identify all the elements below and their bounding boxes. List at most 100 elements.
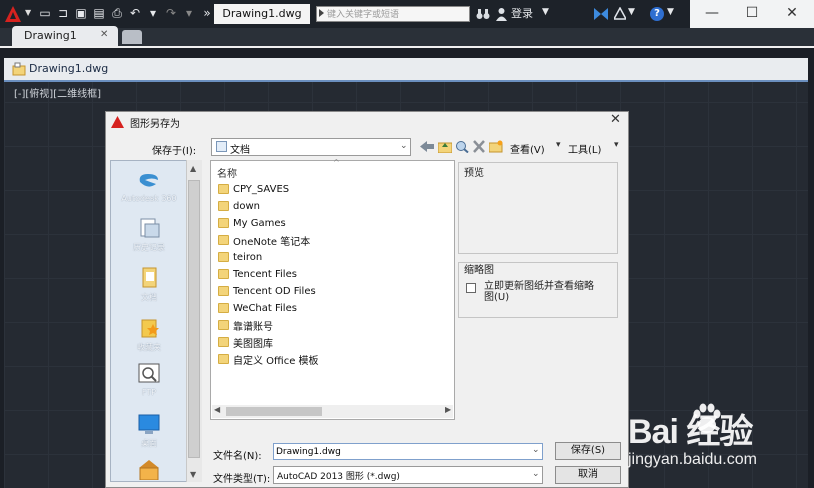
file-name-input[interactable] — [273, 443, 543, 460]
quick-access-toolbar: ▭ ⊐ ▣ ▤ ⎙ ↶ ▾ ↷ ▾ » — [38, 5, 214, 23]
save-icon[interactable]: ▣ — [74, 5, 88, 21]
scroll-right-icon[interactable]: ▶ — [445, 405, 451, 414]
file-type-value[interactable]: AutoCAD 2013 图形 (*.dwg) — [277, 469, 400, 482]
network-folder-icon[interactable] — [136, 458, 162, 480]
desktop-icon — [138, 414, 160, 434]
file-name: 美图图库 — [233, 338, 273, 350]
exchange-apps-icon[interactable] — [594, 8, 608, 20]
binoculars-icon[interactable] — [476, 8, 490, 20]
list-item[interactable]: My Games — [218, 215, 286, 231]
save-in-dropdown-arrow-icon[interactable]: ⌄ — [400, 141, 408, 151]
places-scroll-down-icon[interactable]: ▼ — [190, 470, 196, 479]
update-thumbnail-checkbox[interactable] — [466, 283, 476, 293]
list-item[interactable]: 自定义 Office 模板 — [218, 351, 319, 367]
places-scroll-up-icon[interactable]: ▲ — [190, 164, 196, 173]
minimize-button[interactable]: — — [692, 0, 732, 28]
print-icon[interactable]: ⎙ — [110, 5, 124, 21]
folder-icon — [218, 235, 229, 245]
list-item[interactable]: OneNote 笔记本 — [218, 232, 310, 248]
list-item[interactable]: 靠谱账号 — [218, 317, 273, 333]
places-scrollbar-thumb[interactable] — [188, 180, 200, 458]
save-as-icon[interactable]: ▤ — [92, 5, 106, 21]
open-file-icon[interactable]: ⊐ — [56, 5, 70, 21]
save-in-value[interactable]: 文档 — [230, 141, 250, 156]
undo-dropdown-icon[interactable]: ▾ — [146, 5, 160, 21]
close-tab-icon[interactable]: ✕ — [100, 29, 108, 40]
scroll-left-icon[interactable]: ◀ — [214, 405, 220, 414]
redo-dropdown-icon[interactable]: ▾ — [182, 5, 196, 21]
back-icon[interactable] — [420, 140, 434, 153]
list-item[interactable]: teiron — [218, 249, 262, 265]
search-expand-icon[interactable] — [319, 9, 324, 17]
autocad-logo-icon[interactable] — [3, 4, 23, 24]
folder-icon — [218, 337, 229, 347]
list-item[interactable]: 美图图库 — [218, 334, 273, 350]
redo-icon[interactable]: ↷ — [164, 5, 178, 21]
list-item[interactable]: CPY_SAVES — [218, 181, 289, 197]
place-favorites[interactable]: 收藏夹 — [112, 316, 186, 353]
documents-icon — [142, 267, 157, 288]
file-type-dropdown-icon[interactable]: ⌄ — [532, 469, 540, 479]
undo-icon[interactable]: ↶ — [128, 5, 142, 21]
help-icon[interactable]: ? — [650, 7, 664, 21]
folder-icon — [218, 269, 229, 279]
save-button[interactable]: 保存(S) — [555, 442, 621, 460]
cancel-button[interactable]: 取消 — [555, 466, 621, 484]
sign-in-dropdown-icon[interactable]: ▼ — [542, 7, 549, 17]
search-web-icon[interactable] — [455, 140, 469, 153]
drawing-window-header — [4, 58, 808, 82]
list-item[interactable]: Tencent Files — [218, 266, 297, 282]
viewport-controls-label[interactable]: [-][俯视][二维线框] — [14, 85, 101, 100]
place-label: FTP — [141, 388, 157, 397]
app-menu-caret-icon[interactable]: ▼ — [25, 8, 31, 17]
up-folder-icon[interactable] — [438, 140, 452, 153]
folder-icon — [218, 184, 229, 194]
new-tab-button[interactable] — [122, 30, 142, 44]
save-in-label: 保存于(I): — [152, 146, 197, 157]
search-input[interactable]: 键入关键字或短语 — [316, 6, 470, 22]
history-icon — [140, 218, 160, 238]
tools-menu[interactable]: 工具(L) — [568, 141, 601, 156]
preview-label: 预览 — [464, 168, 484, 179]
maximize-button[interactable]: ☐ — [732, 0, 772, 28]
list-item[interactable]: WeChat Files — [218, 300, 297, 316]
views-dropdown-icon[interactable]: ▾ — [556, 140, 561, 150]
customize-toolbar-icon[interactable]: » — [200, 5, 214, 21]
document-tab-label[interactable]: Drawing1 — [24, 29, 77, 42]
delete-icon[interactable] — [472, 140, 486, 153]
list-item[interactable]: down — [218, 198, 260, 214]
file-name: down — [233, 200, 260, 212]
file-type-label: 文件类型(T): — [213, 474, 271, 485]
new-file-icon[interactable]: ▭ — [38, 5, 52, 21]
help-dropdown-icon[interactable]: ▼ — [667, 7, 674, 17]
a360-dropdown-icon[interactable]: ▼ — [628, 7, 635, 17]
autocad-dialog-icon — [111, 116, 124, 128]
dialog-close-button[interactable]: ✕ — [610, 112, 621, 127]
tools-dropdown-icon[interactable]: ▾ — [614, 140, 619, 150]
views-menu[interactable]: 查看(V) — [510, 141, 545, 156]
place-label: 收藏夹 — [137, 343, 161, 352]
user-icon[interactable] — [496, 7, 507, 21]
drawing-window-title: Drawing1.dwg — [29, 62, 109, 75]
list-item[interactable]: Tencent OD Files — [218, 283, 316, 299]
file-name: OneNote 笔记本 — [233, 236, 311, 248]
ftp-icon — [138, 363, 160, 383]
place-history[interactable]: 历史记录 — [112, 216, 186, 253]
file-name: My Games — [233, 217, 286, 229]
place-documents[interactable]: 文档 — [112, 266, 186, 303]
place-desktop[interactable]: 桌面 — [112, 412, 186, 449]
place-autodesk-360[interactable]: Autodesk 360 — [112, 168, 186, 203]
file-name: Tencent OD Files — [233, 285, 316, 297]
place-label: 文档 — [141, 293, 157, 302]
close-window-button[interactable]: ✕ — [772, 0, 812, 28]
update-thumbnail-label[interactable]: 立即更新图纸并查看缩略图(U) — [484, 281, 594, 303]
place-ftp[interactable]: FTP — [112, 362, 186, 397]
column-header-name[interactable]: 名称 — [217, 165, 237, 180]
folder-icon — [218, 354, 229, 364]
thumbnail-label: 缩略图 — [464, 265, 494, 276]
a360-icon[interactable] — [614, 7, 626, 20]
sign-in-button[interactable]: 登录 — [511, 6, 533, 22]
file-name-dropdown-icon[interactable]: ⌄ — [532, 445, 540, 455]
create-folder-icon[interactable] — [489, 140, 503, 153]
horizontal-scrollbar-thumb[interactable] — [226, 407, 322, 416]
